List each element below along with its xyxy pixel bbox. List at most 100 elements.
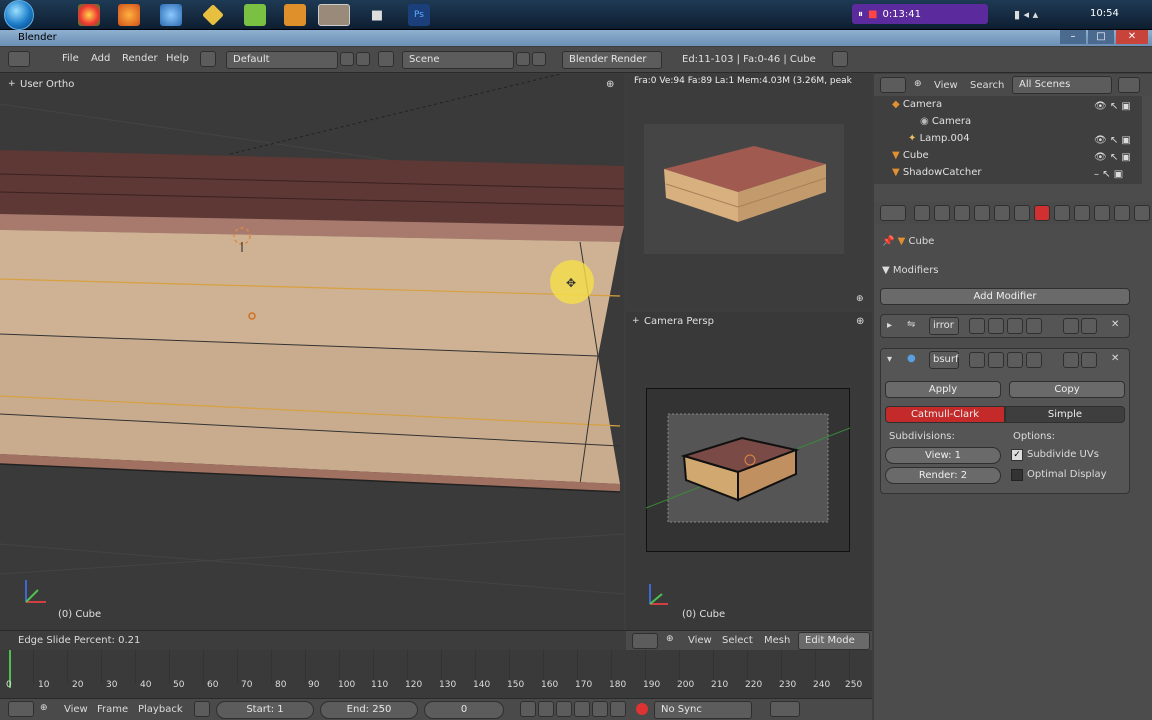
copy-button[interactable]: Copy (1009, 381, 1125, 398)
sync-select[interactable]: No Sync (654, 701, 752, 719)
modifiers-panel-header[interactable]: ▼ Modifiers (882, 265, 939, 276)
remove-modifier-icon[interactable]: ✕ (1111, 353, 1119, 364)
outliner-search-icon[interactable] (1118, 77, 1140, 93)
outliner-filter-select[interactable]: All Scenes (1012, 76, 1112, 94)
stop-icon[interactable]: ■ (868, 9, 877, 20)
end-frame-field[interactable]: End: 250 (320, 701, 418, 719)
viewport-toggle-icon[interactable] (988, 352, 1004, 368)
add-layout-icon[interactable] (340, 52, 354, 66)
move-up-icon[interactable] (1063, 318, 1079, 334)
timeline-plus-icon[interactable]: ⊕ (40, 703, 48, 713)
view3d-editor-icon[interactable] (632, 633, 658, 649)
keyframe-icon[interactable] (194, 701, 210, 717)
plus-icon[interactable]: + (8, 79, 16, 89)
catmull-clark-option[interactable]: Catmull-Clark (885, 406, 1005, 423)
particles-tab-icon[interactable] (1114, 205, 1130, 221)
cage-toggle-icon[interactable] (1026, 318, 1042, 334)
settings-icon[interactable] (284, 4, 306, 26)
scene-select[interactable]: Scene (402, 51, 514, 69)
record-icon[interactable] (636, 703, 648, 715)
editmode-toggle-icon[interactable] (1007, 318, 1023, 334)
prev-key-icon[interactable] (538, 701, 554, 717)
visibility-toggles[interactable]: 👁 ↖ ▣ 👁 ↖ ▣ 👁 ↖ ▣ – ↖ ▣ (1094, 98, 1131, 183)
editmode-toggle-icon[interactable] (1007, 352, 1023, 368)
modifier-name-field[interactable]: irror (929, 317, 959, 335)
add-modifier-button[interactable]: Add Modifier (880, 288, 1130, 305)
camera-viewport[interactable]: + Camera Persp ⊕ (0) Cube (626, 312, 872, 630)
optimal-display-checkbox[interactable] (1011, 469, 1023, 481)
data-tab-icon[interactable] (1054, 205, 1070, 221)
apply-button[interactable]: Apply (885, 381, 1001, 398)
view3d-menu-view[interactable]: View (688, 635, 712, 646)
close-button[interactable]: ✕ (1116, 30, 1148, 44)
outliner-plus-icon[interactable]: ⊕ (914, 79, 922, 89)
viewport-options-icon[interactable]: ⊕ (606, 79, 614, 90)
remove-layout-icon[interactable] (356, 52, 370, 66)
photoshop-icon[interactable]: Ps (408, 4, 430, 26)
subdivide-uvs-checkbox[interactable]: ✓ (1011, 449, 1023, 461)
editor-type-icon[interactable] (8, 51, 30, 67)
outliner-menu-search[interactable]: Search (970, 80, 1004, 91)
move-down-icon[interactable] (1081, 352, 1097, 368)
recorder-bar[interactable]: ⏸ ■ 0:13:41 (852, 4, 988, 24)
app-icon[interactable] (202, 4, 224, 26)
keying-set-icon[interactable] (770, 701, 800, 717)
render-layers-tab-icon[interactable] (934, 205, 950, 221)
menu-add[interactable]: Add (91, 53, 110, 64)
constraints-tab-icon[interactable] (1014, 205, 1030, 221)
pin-icon[interactable]: 📌 (882, 236, 898, 247)
play-reverse-icon[interactable] (556, 701, 572, 717)
view3d-menu-select[interactable]: Select (722, 635, 753, 646)
render-toggle-icon[interactable] (969, 318, 985, 334)
expand-icon[interactable]: ▸ (887, 320, 892, 331)
render-levels-field[interactable]: Render: 2 (885, 467, 1001, 484)
browser-icon[interactable] (160, 4, 182, 26)
render-engine-select[interactable]: Blender Render (562, 51, 662, 69)
view3d-plus-icon[interactable]: ⊕ (666, 634, 674, 644)
minimize-button[interactable]: – (1060, 30, 1086, 44)
texture-tab-icon[interactable] (1094, 205, 1110, 221)
render-tab-icon[interactable] (914, 205, 930, 221)
firefox-icon[interactable] (118, 4, 140, 26)
move-down-icon[interactable] (1081, 318, 1097, 334)
preview-options-icon[interactable]: ⊕ (856, 294, 864, 304)
next-key-icon[interactable] (592, 701, 608, 717)
cage-toggle-icon[interactable] (1026, 352, 1042, 368)
properties-editor-icon[interactable] (880, 205, 906, 221)
timeline-menu-frame[interactable]: Frame (97, 704, 128, 715)
fullscreen-icon[interactable] (832, 51, 848, 67)
world-tab-icon[interactable] (974, 205, 990, 221)
remove-scene-icon[interactable] (532, 52, 546, 66)
menu-help[interactable]: Help (166, 53, 189, 64)
maximize-button[interactable]: □ (1088, 30, 1114, 44)
cam-plus-icon[interactable]: + (632, 316, 640, 326)
collapse-modifier-icon[interactable]: ▾ (887, 354, 892, 365)
view3d-menu-mesh[interactable]: Mesh (764, 635, 790, 646)
viewport-toggle-icon[interactable] (988, 318, 1004, 334)
play-icon[interactable] (574, 701, 590, 717)
wrench-icon[interactable] (1034, 205, 1050, 221)
mode-select[interactable]: Edit Mode (798, 632, 870, 650)
object-tab-icon[interactable] (994, 205, 1010, 221)
scene-icon[interactable] (378, 51, 394, 67)
outliner-editor-icon[interactable] (880, 77, 906, 93)
blender-task-icon[interactable] (318, 4, 350, 26)
start-frame-field[interactable]: Start: 1 (216, 701, 314, 719)
modifier-name-field[interactable]: bsurf (929, 351, 959, 369)
timeline-editor-icon[interactable] (8, 701, 34, 717)
notepad-icon[interactable] (244, 4, 266, 26)
jump-start-icon[interactable] (520, 701, 536, 717)
menu-file[interactable]: File (62, 53, 79, 64)
tray-icons[interactable]: ▮ ◂ ▴ (1014, 8, 1038, 21)
outliner-menu-view[interactable]: View (934, 80, 958, 91)
add-scene-icon[interactable] (516, 52, 530, 66)
timeline-menu-view[interactable]: View (64, 704, 88, 715)
scene-tab-icon[interactable] (954, 205, 970, 221)
material-tab-icon[interactable] (1074, 205, 1090, 221)
layout-select[interactable]: Default (226, 51, 338, 69)
render-toggle-icon[interactable] (969, 352, 985, 368)
start-button[interactable] (4, 0, 34, 30)
render-preview[interactable]: Fra:0 Ve:94 Fa:89 La:1 Mem:4.03M (3.26M,… (626, 74, 872, 310)
viewport-main[interactable]: ✥ + User Ortho ⊕ (0) Cube (0, 74, 624, 630)
timeline-menu-playback[interactable]: Playback (138, 704, 183, 715)
